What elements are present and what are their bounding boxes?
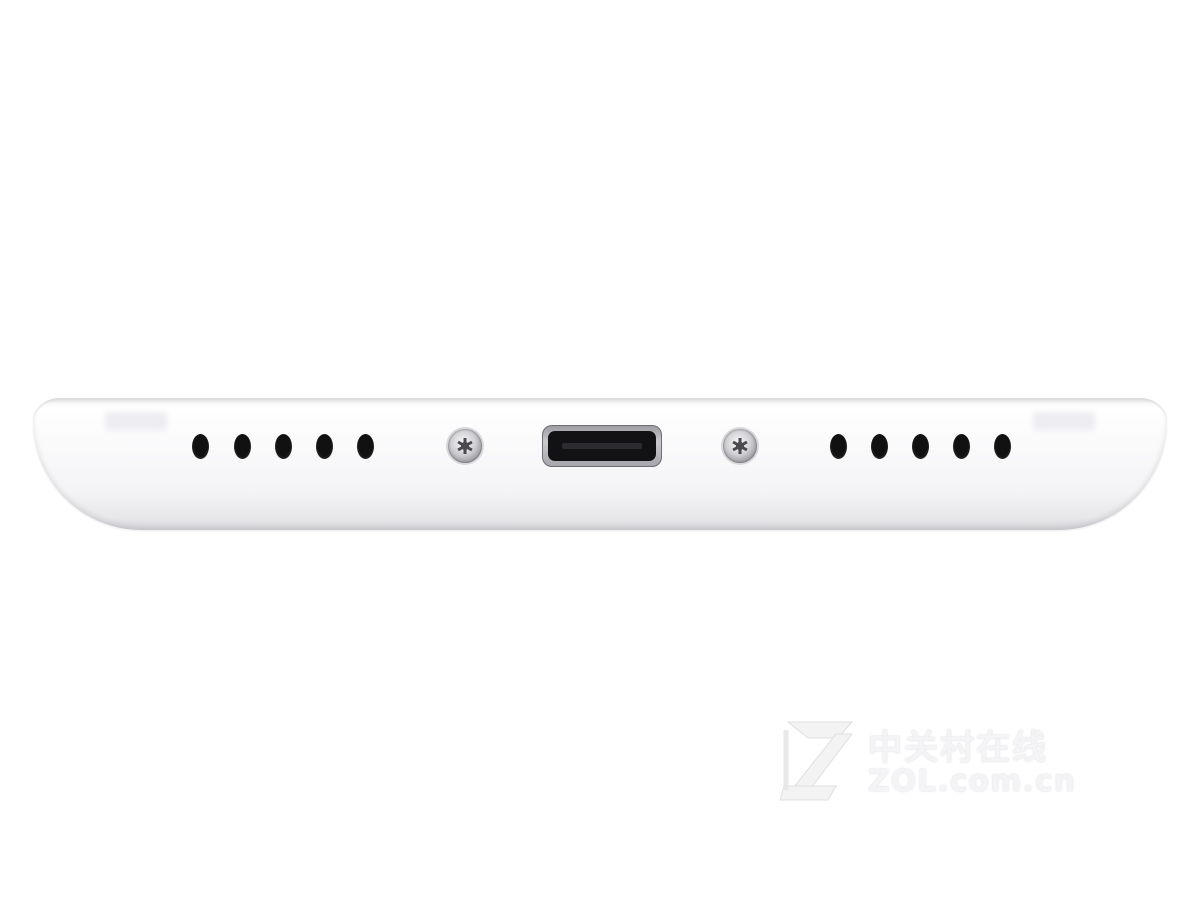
right-grille-hole bbox=[953, 434, 970, 459]
right-screw bbox=[723, 429, 757, 463]
right-grille-hole bbox=[912, 434, 929, 459]
micro-usb-port bbox=[542, 425, 662, 467]
left-grille-hole bbox=[275, 434, 292, 459]
right-grille-hole bbox=[830, 434, 847, 459]
usb-port-opening bbox=[548, 431, 656, 461]
left-grille-hole bbox=[316, 434, 333, 459]
right-grille-hole bbox=[871, 434, 888, 459]
edge-highlight-right bbox=[1033, 412, 1095, 430]
right-grille-hole bbox=[994, 434, 1011, 459]
left-screw bbox=[448, 429, 482, 463]
edge-highlight-left bbox=[105, 412, 167, 430]
left-grille-hole bbox=[357, 434, 374, 459]
usb-port-tongue bbox=[562, 443, 642, 449]
photo-canvas: 中关村在线 ZOL.com.cn bbox=[0, 0, 1200, 900]
zol-watermark: 中关村在线 ZOL.com.cn bbox=[778, 716, 1118, 806]
left-grille-hole bbox=[234, 434, 251, 459]
zol-logo-icon bbox=[779, 721, 854, 801]
watermark-brand-cn: 中关村在线 bbox=[868, 728, 1048, 768]
left-grille-hole bbox=[192, 434, 209, 459]
watermark-brand-url: ZOL.com.cn bbox=[868, 764, 1076, 799]
phone-bottom-edge bbox=[33, 398, 1167, 530]
